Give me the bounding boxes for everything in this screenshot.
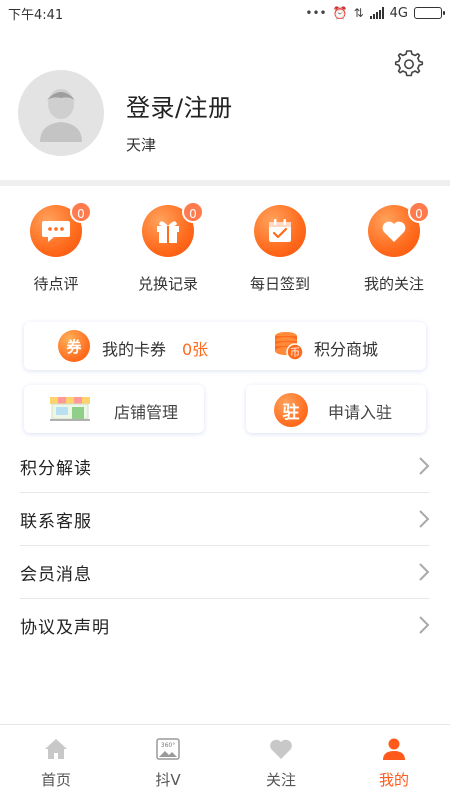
quick-action-my-follows[interactable]: 0 我的关注 xyxy=(344,201,444,294)
section-divider xyxy=(0,180,450,186)
menu-item-label: 联系客服 xyxy=(20,511,92,532)
badge-count: 0 xyxy=(182,201,204,223)
quick-action-label: 待点评 xyxy=(33,275,79,293)
user-icon xyxy=(380,735,408,763)
my-coupons-link[interactable]: 我的卡券 xyxy=(102,336,166,360)
status-bar: 下午4:41 ••• ⏰ ⇅ 4G xyxy=(0,0,450,26)
signal-icon xyxy=(369,7,384,19)
quick-action-label: 我的关注 xyxy=(363,275,424,293)
photo-360-icon: 360° xyxy=(154,735,182,763)
quick-action-daily-checkin[interactable]: 每日签到 xyxy=(230,205,330,294)
coupon-count: 0张 xyxy=(182,340,209,359)
menu-item-label: 积分解读 xyxy=(20,458,92,479)
mute-icon: ⇅ xyxy=(353,6,364,20)
apply-join-label: 申请入驻 xyxy=(328,403,393,422)
badge-count: 0 xyxy=(70,201,92,223)
comment-icon: 0 xyxy=(30,201,92,257)
gift-icon: 0 xyxy=(142,201,204,257)
menu-item-label: 会员消息 xyxy=(20,564,92,585)
storefront-icon xyxy=(48,395,92,423)
battery-icon xyxy=(414,7,445,19)
tab-mine[interactable]: 我的 xyxy=(338,735,450,790)
svg-text:币: 币 xyxy=(290,347,300,359)
tab-home[interactable]: 首页 xyxy=(0,735,112,790)
quick-action-pending-review[interactable]: 0 待点评 xyxy=(6,201,106,294)
location-city: 天津 xyxy=(126,136,157,154)
chevron-right-icon xyxy=(419,616,430,634)
default-user-icon xyxy=(40,89,82,142)
heart-icon xyxy=(267,735,295,763)
menu-item-agreements[interactable]: 协议及声明 xyxy=(20,599,430,652)
chevron-right-icon xyxy=(419,457,430,475)
points-mall-link[interactable]: 积分商城 xyxy=(314,336,378,360)
more-dots-icon: ••• xyxy=(305,6,327,20)
badge-count: 0 xyxy=(408,201,430,223)
coins-mall-icon: 币 xyxy=(272,328,306,362)
coupon-mall-card: 券 我的卡券 0张 币 积分商城 xyxy=(24,322,426,370)
chevron-right-icon xyxy=(419,510,430,528)
calendar-check-icon xyxy=(254,205,306,257)
bottom-tab-bar: 首页 360° 抖V 关注 我的 xyxy=(0,724,450,800)
quick-action-label: 兑换记录 xyxy=(137,275,198,293)
tab-follow[interactable]: 关注 xyxy=(225,735,337,790)
store-management-button[interactable]: 店铺管理 xyxy=(24,385,204,433)
join-badge-icon: 驻 xyxy=(274,393,308,427)
quick-action-redeem-history[interactable]: 0 兑换记录 xyxy=(118,201,218,294)
network-type: 4G xyxy=(389,5,408,21)
menu-item-points-explained[interactable]: 积分解读 xyxy=(20,440,430,493)
apply-join-button[interactable]: 驻 申请入驻 xyxy=(246,385,426,433)
settings-gear-icon[interactable] xyxy=(393,48,425,80)
alarm-icon: ⏰ xyxy=(332,6,348,20)
tab-label: 抖V xyxy=(155,771,181,789)
avatar[interactable] xyxy=(18,70,104,156)
tab-label: 关注 xyxy=(265,771,296,789)
tab-label: 首页 xyxy=(40,771,71,789)
heart-icon: 0 xyxy=(368,201,430,257)
menu-item-label: 协议及声明 xyxy=(20,618,110,638)
tab-label: 我的 xyxy=(378,771,409,789)
status-time: 下午4:41 xyxy=(8,7,64,23)
quick-action-label: 每日签到 xyxy=(249,275,310,293)
store-management-label: 店铺管理 xyxy=(114,403,179,422)
settings-menu-list: 积分解读 联系客服 会员消息 协议及声明 xyxy=(0,440,450,652)
tab-douv[interactable]: 360° 抖V xyxy=(112,735,224,790)
quick-actions: 0 待点评 0 兑换记录 每日签到 0 我的关注 xyxy=(0,201,450,305)
status-icons: ••• ⏰ ⇅ 4G xyxy=(305,5,445,21)
home-icon xyxy=(42,735,70,763)
coupon-icon: 券 xyxy=(58,330,90,362)
login-register-link[interactable]: 登录/注册 xyxy=(126,88,233,123)
chevron-right-icon xyxy=(419,563,430,581)
menu-item-customer-service[interactable]: 联系客服 xyxy=(20,493,430,546)
menu-item-member-messages[interactable]: 会员消息 xyxy=(20,546,430,599)
svg-text:360°: 360° xyxy=(161,742,175,749)
